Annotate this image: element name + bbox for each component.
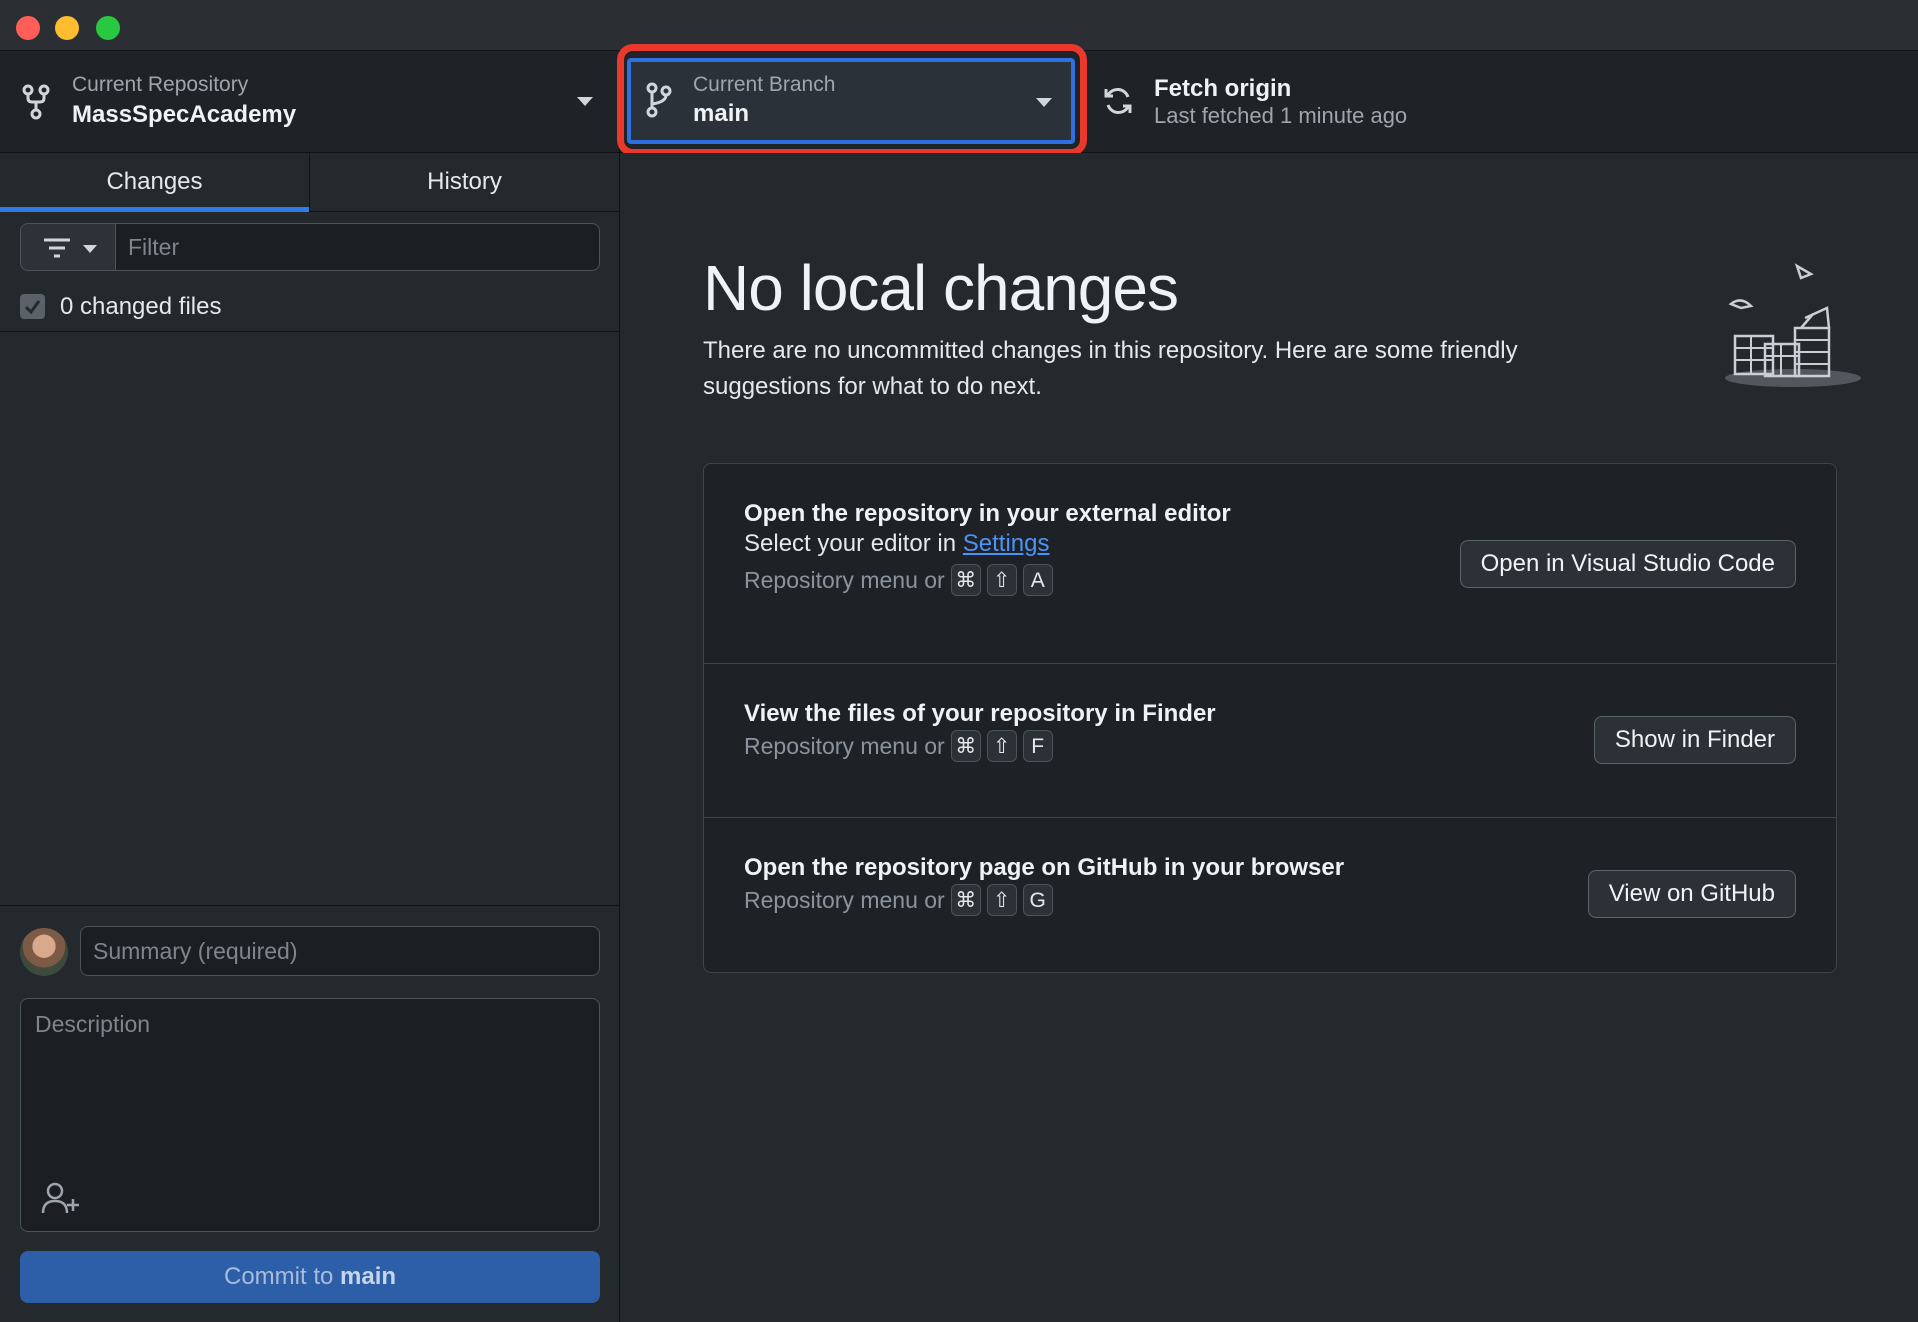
add-coauthor-icon[interactable] [41,1181,81,1217]
commit-button-prefix: Commit to [223,1263,340,1290]
changed-files-count: 0 changed files [60,293,222,320]
select-all-checkbox[interactable] [20,294,45,319]
sync-icon [1104,88,1132,114]
commit-button-branch: main [340,1263,397,1290]
suggestion-card-editor: Open the repository in your external edi… [704,464,1836,664]
settings-link[interactable]: Settings [963,530,1050,557]
maximize-window-button[interactable] [96,16,120,40]
page-description: There are no uncommitted changes in this… [703,337,1518,400]
letter-key: A [1022,564,1053,596]
changed-files-row: 0 changed files [0,281,619,332]
avatar [20,928,68,976]
chevron-down-icon [83,245,97,253]
minimize-window-button[interactable] [55,16,79,40]
sidebar-tabs: Changes History [0,153,619,212]
description-box [20,998,600,1232]
letter-key: G [1022,884,1053,916]
last-fetched-text: Last fetched 1 minute ago [1154,103,1408,128]
description-input[interactable] [33,1009,587,1163]
letter-key: F [1022,730,1053,762]
close-window-button[interactable] [16,16,40,40]
summary-input[interactable] [80,926,600,976]
branch-icon [646,82,672,118]
current-repository-name: MassSpecAcademy [72,101,297,128]
tab-changes[interactable]: Changes [0,153,310,212]
main-content: No local changes There are no uncommitte… [621,153,1918,1322]
checkmark-icon [24,300,41,315]
filter-icon [44,238,70,258]
suggestions-panel: Open the repository in your external edi… [703,463,1837,973]
shift-key: ⇧ [986,884,1017,916]
command-key: ⌘ [950,884,981,916]
shortcut-prefix: Repository menu or [744,566,945,593]
shift-key: ⇧ [986,564,1017,596]
filter-input[interactable] [116,223,600,271]
filter-bar [20,223,600,273]
suggestion-title: Open the repository in your external edi… [744,500,1231,527]
command-key: ⌘ [950,730,981,762]
commit-area: Commit to main [0,905,619,1322]
fetch-origin-title: Fetch origin [1154,75,1292,102]
app-window: Current Repository MassSpecAcademy Curre… [0,0,1918,1322]
suggestion-title: View the files of your repository in Fin… [744,700,1216,727]
title-bar [0,0,1918,51]
current-branch-name: main [693,100,750,127]
current-repository-label: Current Repository [72,73,249,96]
current-branch-label: Current Branch [693,73,836,96]
show-in-finder-button[interactable]: Show in Finder [1593,716,1796,764]
fetch-origin-button[interactable]: Fetch origin Last fetched 1 minute ago [1090,51,1918,152]
suggestion-title: Open the repository page on GitHub in yo… [744,854,1345,881]
suggestion-card-finder: View the files of your repository in Fin… [704,664,1836,818]
current-branch-button[interactable]: Current Branch main [627,58,1075,144]
suggestion-card-github: Open the repository page on GitHub in yo… [704,818,1836,972]
chevron-down-icon [577,97,593,106]
shift-key: ⇧ [986,730,1017,762]
open-in-editor-button[interactable]: Open in Visual Studio Code [1459,540,1796,588]
chevron-down-icon [1036,98,1052,107]
suggestion-subtitle-text: Select your editor in [744,530,963,557]
commit-button[interactable]: Commit to main [20,1251,600,1303]
sidebar: Changes History 0 changed files [0,153,620,1322]
empty-state-illustration-icon [1725,263,1861,387]
toolbar: Current Repository MassSpecAcademy Curre… [0,51,1918,153]
filter-options-button[interactable] [20,223,116,271]
keyboard-shortcut: Repository menu or ⌘ ⇧ A [744,564,1053,596]
view-on-github-button[interactable]: View on GitHub [1587,870,1796,918]
keyboard-shortcut: Repository menu or ⌘ ⇧ F [744,730,1053,762]
current-repository-button[interactable]: Current Repository MassSpecAcademy [0,51,620,152]
shortcut-prefix: Repository menu or [744,732,945,759]
shortcut-prefix: Repository menu or [744,886,945,913]
suggestion-subtitle: Select your editor in Settings [744,530,1050,558]
command-key: ⌘ [950,564,981,596]
keyboard-shortcut: Repository menu or ⌘ ⇧ G [744,884,1053,916]
tab-history[interactable]: History [310,153,619,211]
repo-fork-icon [22,84,50,120]
page-title: No local changes [703,252,1179,324]
